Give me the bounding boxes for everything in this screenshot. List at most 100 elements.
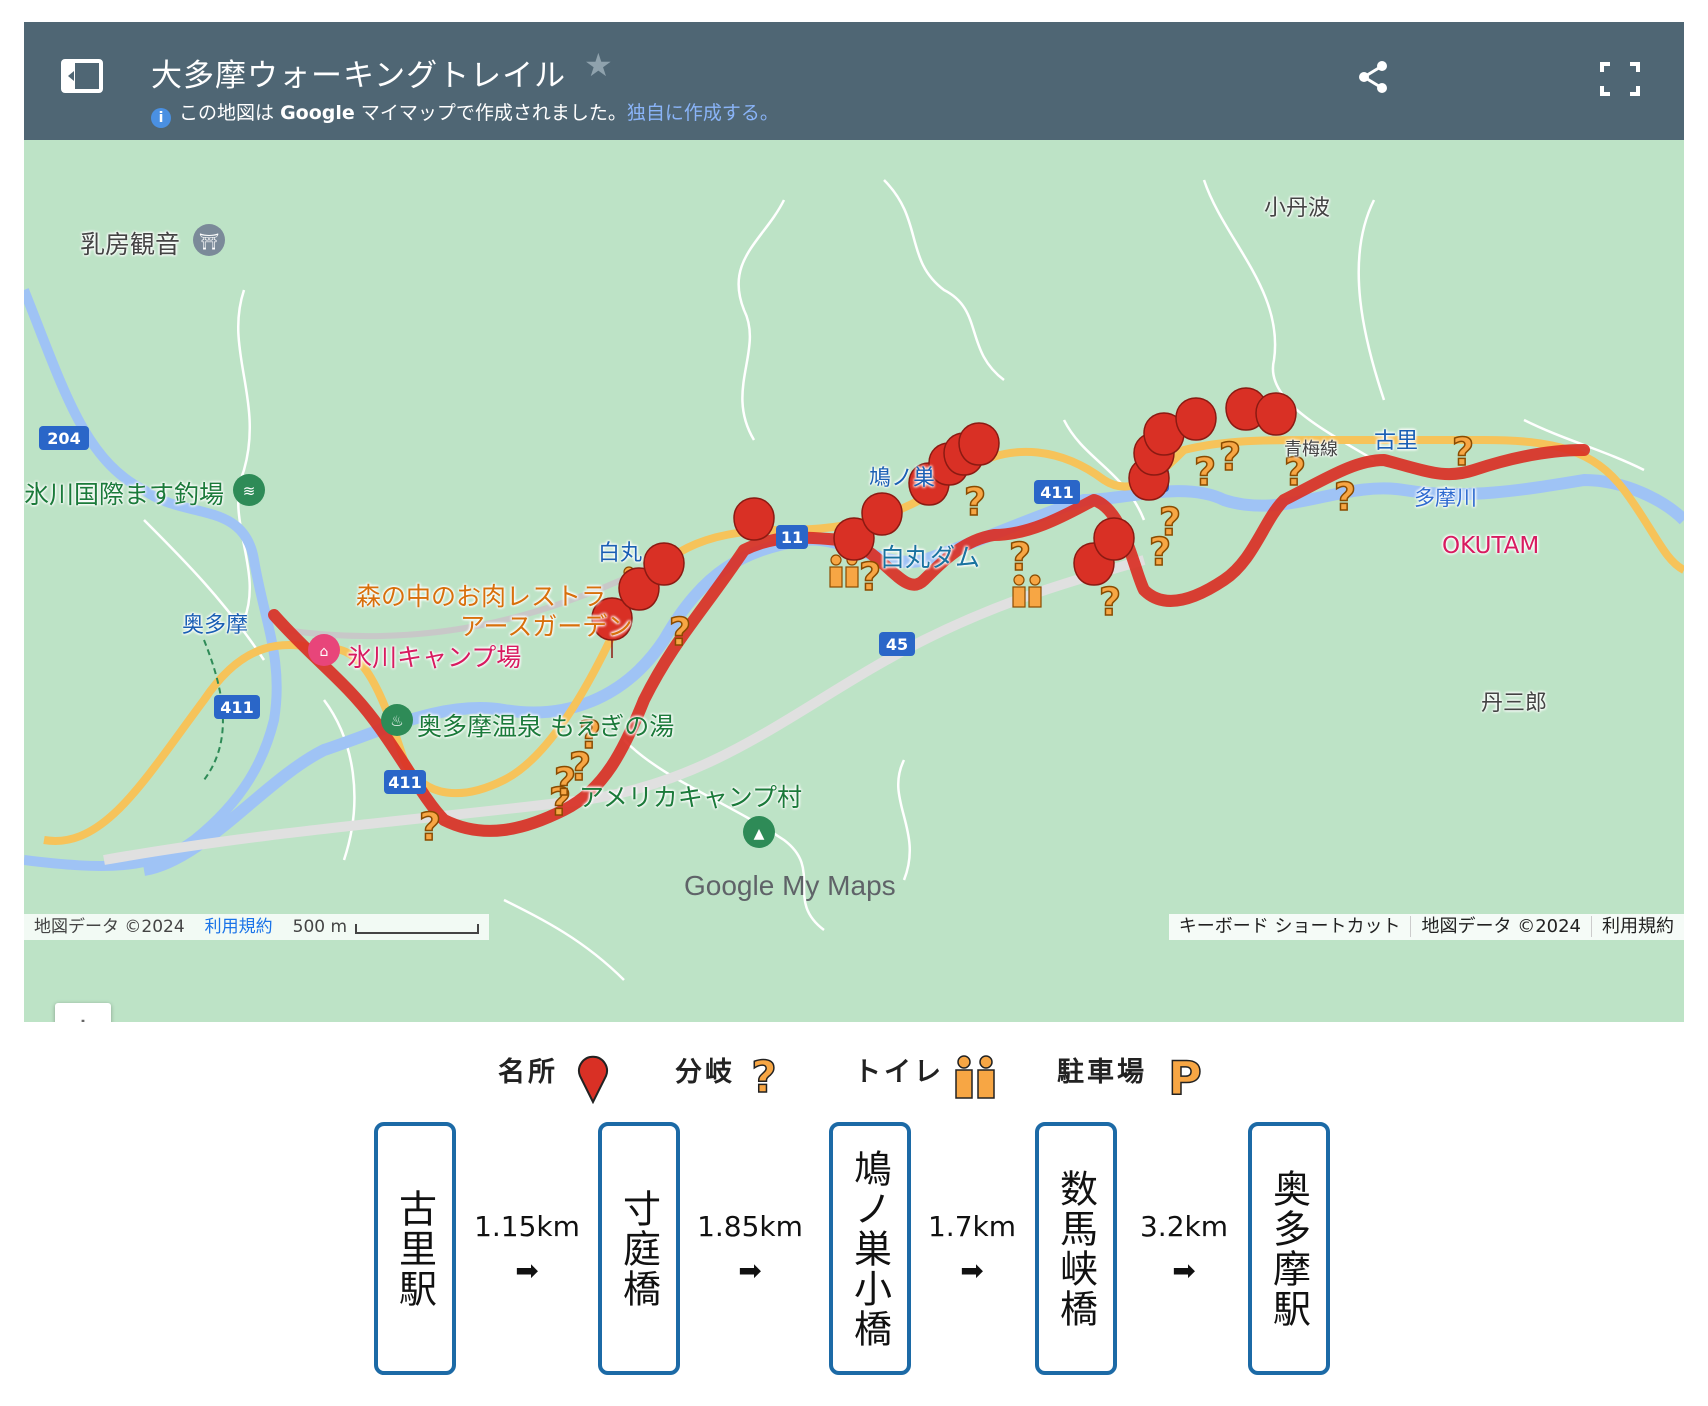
toilet-icon: [955, 1055, 995, 1099]
sight-pin: [1093, 517, 1135, 561]
distance-2: 1.85km: [697, 1210, 803, 1243]
svg-text:⌂: ⌂: [320, 644, 329, 660]
station-box-kori: 古里駅: [374, 1122, 456, 1375]
shield-204: 204: [39, 426, 89, 450]
sight-pin: [1175, 397, 1217, 441]
sight-pin-icon: [578, 1055, 608, 1104]
parking-icon: P: [1167, 1052, 1202, 1102]
label-kori: 古里: [1374, 429, 1419, 454]
attribution-right: キーボード ショートカット 地図データ ©2024 利用規約: [1168, 914, 1684, 940]
poi-onsen-icon: ♨: [381, 704, 413, 736]
sidebar-toggle-icon[interactable]: [60, 58, 104, 94]
arrow-right-icon: ➡: [515, 1254, 539, 1287]
legend-sight-label: 名所: [498, 1057, 558, 1088]
legend-parking-label: 駐車場: [1057, 1057, 1147, 1088]
sight-pin: [643, 542, 685, 586]
poi-fishing-icon: ≋: [233, 474, 265, 506]
zoom-in-button[interactable]: +: [55, 1003, 111, 1022]
map-canvas[interactable]: 204 411 411 45 45 411 11 ? ? ? ? ? ? ? ?…: [24, 140, 1684, 1022]
map-title: 大多摩ウォーキングトレイル: [151, 58, 567, 94]
poi-temple-icon: ⛩: [193, 224, 225, 256]
label-okutama-station-map: 奥多摩: [182, 613, 249, 638]
arrow-right-icon: ➡: [738, 1254, 762, 1287]
svg-text:?: ?: [964, 480, 986, 524]
zoom-control: + −: [55, 1003, 111, 1022]
label-kotaba: 小丹波: [1264, 196, 1331, 221]
svg-text:?: ?: [1009, 535, 1031, 579]
sight-pin: [1255, 392, 1297, 436]
terms-link-left[interactable]: 利用規約: [205, 917, 273, 937]
legend: 名所 分岐 ? トイレ 駐車場 P: [0, 1040, 1708, 1110]
station-name: 古里駅: [392, 1188, 437, 1309]
create-own-link[interactable]: 独自に作成する。: [627, 102, 779, 124]
map-data-credit: 地図データ ©2024: [34, 917, 185, 937]
label-okutama-town: OKUTAM: [1442, 533, 1540, 559]
svg-text:411: 411: [1040, 483, 1073, 502]
shield-411-center: 411: [1034, 480, 1080, 504]
svg-text:▲: ▲: [754, 826, 765, 842]
map-embed-frame: 大多摩ウォーキングトレイル ★ i この地図は Google マイマップで作成され…: [24, 22, 1684, 1022]
shield-411-west: 411: [214, 695, 260, 719]
share-icon[interactable]: [1358, 60, 1390, 94]
google-my-maps-logo: Google My Maps: [684, 870, 896, 901]
svg-text:?: ?: [1194, 450, 1216, 494]
arrow-right-icon: ➡: [960, 1254, 984, 1287]
map-header: 大多摩ウォーキングトレイル ★ i この地図は Google マイマップで作成され…: [24, 22, 1684, 140]
station-box-suniwa: 寸庭橋: [598, 1122, 680, 1375]
svg-text:≋: ≋: [243, 482, 256, 500]
scale-bar: [355, 924, 480, 934]
station-name: 数馬峡橋: [1053, 1168, 1098, 1329]
svg-text:?: ?: [751, 1052, 777, 1100]
created-notice: i この地図は Google マイマップで作成されました。独自に作成する。: [151, 98, 779, 128]
legend-toilet-label: トイレ: [854, 1057, 944, 1088]
svg-text:⛩: ⛩: [199, 232, 219, 251]
scale-label: 500 m: [292, 917, 348, 937]
terms-link-right[interactable]: 利用規約: [1591, 916, 1684, 937]
svg-text:45: 45: [886, 635, 908, 654]
notice-mid: マイマップで作成されました。: [360, 102, 627, 124]
poi-hotel-icon: ⌂: [308, 634, 340, 666]
river-upper: [24, 288, 282, 871]
sight-pin: [958, 422, 1000, 466]
station-name: 寸庭橋: [616, 1188, 661, 1309]
star-icon[interactable]: ★: [584, 46, 613, 84]
label-hikawa-camp: 氷川キャンプ場: [347, 643, 522, 672]
info-icon: i: [151, 108, 171, 128]
label-hatonosu: 鳩ノ巣: [869, 466, 936, 491]
svg-text:?: ?: [1452, 430, 1474, 474]
svg-text:411: 411: [388, 773, 421, 792]
svg-text:?: ?: [419, 805, 441, 849]
svg-text:?: ?: [1159, 500, 1181, 544]
station-box-kazuma: 数馬峡橋: [1035, 1122, 1117, 1375]
svg-text:?: ?: [669, 610, 691, 654]
label-hikawa-fishing: 氷川国際ます釣場: [24, 480, 225, 509]
svg-text:411: 411: [220, 698, 253, 717]
sight-pin: [733, 497, 775, 541]
svg-text:?: ?: [1099, 580, 1121, 624]
station-box-okutama: 奥多摩駅: [1248, 1122, 1330, 1375]
svg-text:204: 204: [47, 429, 80, 448]
arrow-right-icon: ➡: [1172, 1254, 1196, 1287]
label-nyubo-kannon: 乳房観音: [80, 230, 181, 259]
label-america-camp: アメリカキャンプ村: [579, 783, 803, 812]
notice-prefix: この地図は: [179, 102, 275, 124]
svg-text:?: ?: [859, 555, 881, 599]
station-name: 鳩ノ巣小橋: [847, 1148, 892, 1349]
label-tama-river: 多摩川: [1414, 486, 1477, 510]
sight-pin: [861, 492, 903, 536]
label-onsen: 奥多摩温泉 もえぎの湯: [417, 712, 675, 741]
svg-text:♨: ♨: [390, 712, 403, 730]
svg-text:?: ?: [1334, 475, 1356, 519]
map-data-credit-right: 地図データ ©2024: [1410, 916, 1591, 937]
svg-text:P: P: [1168, 1052, 1202, 1102]
fullscreen-icon[interactable]: [1600, 62, 1640, 96]
distance-3: 1.7km: [927, 1210, 1017, 1243]
label-restaurant-2: アースガーデン: [460, 612, 633, 641]
attribution-left: 地図データ ©2024 利用規約 500 m: [24, 914, 490, 940]
label-shiromaru-dam: 白丸ダム: [880, 543, 981, 572]
poi-camp-icon: ▲: [743, 816, 775, 848]
keyboard-shortcuts-link[interactable]: キーボード ショートカット: [1169, 916, 1411, 937]
label-shiromaru: 白丸: [598, 541, 643, 566]
junction-icon: ?: [750, 1052, 777, 1100]
svg-text:?: ?: [1219, 435, 1241, 479]
